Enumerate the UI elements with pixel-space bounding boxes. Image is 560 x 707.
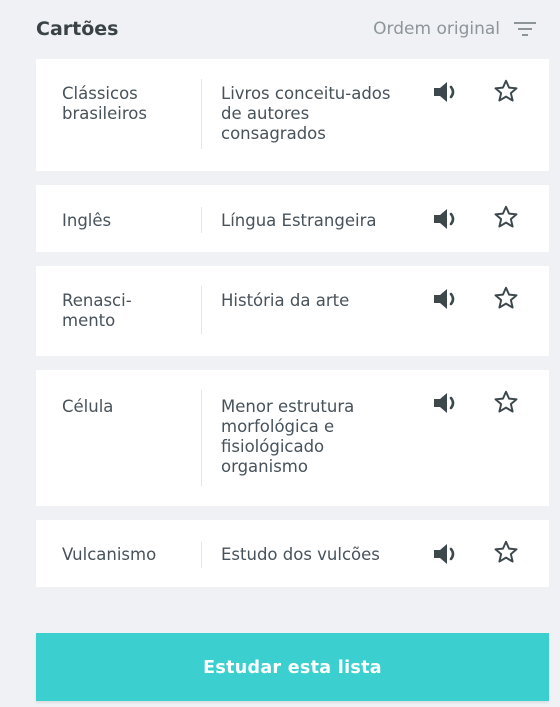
audio-button[interactable] <box>432 542 462 566</box>
sort-order-control[interactable]: Ordem original <box>373 14 536 44</box>
star-button[interactable] <box>493 285 519 311</box>
flashcard: Clássicos brasileiros Livros conceitu-ad… <box>36 59 549 171</box>
flashcard: Inglês Língua Estrangeira <box>36 185 549 252</box>
audio-button[interactable] <box>432 391 462 415</box>
speaker-icon <box>434 289 455 309</box>
star-button[interactable] <box>493 204 519 230</box>
card-divider <box>201 207 202 233</box>
star-outline-icon <box>494 205 518 228</box>
card-divider <box>201 390 202 486</box>
speaker-icon <box>434 393 455 413</box>
star-outline-icon <box>494 540 518 563</box>
card-term: Inglês <box>62 211 112 230</box>
card-term: Renasci-mento <box>62 291 132 330</box>
study-list-button[interactable]: Estudar esta lista <box>36 633 549 701</box>
card-definition: Estudo dos vulcões <box>221 545 380 564</box>
speaker-icon <box>434 544 455 564</box>
star-outline-icon <box>494 390 518 413</box>
flashcard: Renasci-mento História da arte <box>36 266 549 356</box>
audio-button[interactable] <box>432 287 462 311</box>
card-divider <box>201 79 202 149</box>
star-button[interactable] <box>493 389 519 415</box>
filter-lines-icon <box>514 22 536 36</box>
card-term: Célula <box>62 397 114 416</box>
card-term: Vulcanismo <box>62 545 157 564</box>
card-term: Clássicos brasileiros <box>62 84 147 123</box>
card-definition: Menor estrutura morfológica e fisiológic… <box>221 397 355 476</box>
flashcard: Célula Menor estrutura morfológica e fis… <box>36 370 549 506</box>
cards-header: Cartões Ordem original <box>36 14 536 44</box>
speaker-icon <box>434 209 455 229</box>
section-title: Cartões <box>36 18 119 40</box>
star-outline-icon <box>494 286 518 309</box>
audio-button[interactable] <box>432 207 462 231</box>
star-button[interactable] <box>493 78 519 104</box>
flashcard: Vulcanismo Estudo dos vulcões <box>36 520 549 587</box>
card-definition: Língua Estrangeira <box>221 211 377 230</box>
card-divider <box>201 542 202 568</box>
card-divider <box>201 286 202 334</box>
card-definition: Livros conceitu-ados de autores consagra… <box>221 84 391 143</box>
star-button[interactable] <box>493 539 519 565</box>
sort-order-label: Ordem original <box>373 19 500 39</box>
audio-button[interactable] <box>432 80 462 104</box>
card-definition: História da arte <box>221 291 350 310</box>
star-outline-icon <box>494 79 518 102</box>
speaker-icon <box>434 82 455 102</box>
